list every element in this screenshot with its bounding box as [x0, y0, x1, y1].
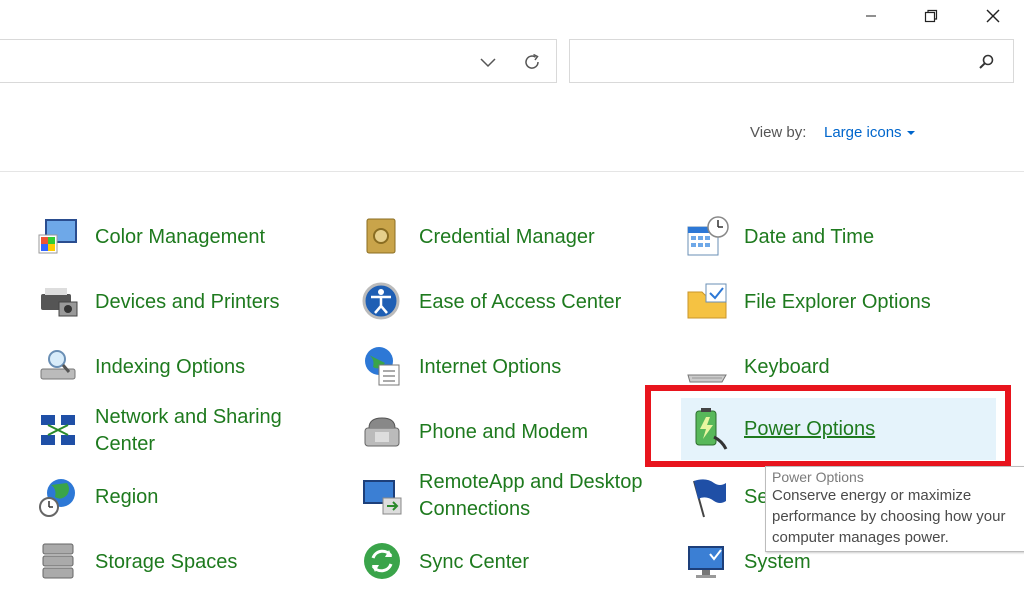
item-date-time[interactable]: Date and Time	[686, 215, 874, 259]
item-label: Sync Center	[419, 550, 530, 573]
storage-spaces-icon	[37, 540, 81, 584]
item-label: File Explorer Options	[744, 290, 931, 313]
item-label: Ease of Access Center	[419, 290, 622, 313]
item-label: Network and Sharing Center	[95, 406, 282, 455]
view-by-value: Large icons	[824, 124, 902, 141]
tooltip-line: performance by choosing how your	[772, 508, 1006, 525]
item-devices-printers[interactable]: Devices and Printers	[37, 280, 280, 324]
restore-icon	[924, 9, 938, 23]
search-icon	[979, 54, 994, 69]
item-file-explorer-options[interactable]: File Explorer Options	[686, 280, 931, 324]
item-color-management[interactable]: Color Management	[37, 215, 265, 259]
internet-options-icon	[361, 345, 405, 389]
item-label: Color Management	[95, 225, 266, 248]
item-sync-center[interactable]: Sync Center	[361, 540, 529, 584]
item-ease-of-access[interactable]: Ease of Access Center	[361, 280, 621, 324]
tooltip-title: Power Options	[772, 469, 864, 485]
system-icon	[686, 540, 730, 584]
item-network-sharing[interactable]: Network and Sharing Center	[37, 404, 282, 458]
highlight-box	[645, 385, 1011, 467]
item-storage-spaces[interactable]: Storage Spaces	[37, 540, 237, 584]
region-icon	[37, 475, 81, 519]
item-label: Keyboard	[744, 355, 830, 378]
item-label: Date and Time	[744, 225, 875, 248]
item-label: Region	[95, 485, 159, 508]
item-label: Credential Manager	[419, 225, 595, 248]
item-label: Phone and Modem	[419, 420, 589, 443]
search-input[interactable]	[578, 50, 962, 74]
network-sharing-icon	[37, 409, 81, 453]
close-icon	[986, 9, 1000, 23]
refresh-icon	[525, 53, 539, 69]
devices-printers-icon	[37, 280, 81, 324]
tooltip-line: Conserve energy or maximize	[772, 487, 972, 504]
address-bar[interactable]	[0, 39, 557, 83]
title-bar	[0, 0, 1024, 32]
minimize-icon	[866, 15, 876, 17]
tooltip-line: computer manages power.	[772, 529, 949, 546]
remoteapp-icon	[361, 474, 405, 518]
item-credential-manager[interactable]: Credential Manager	[361, 215, 595, 259]
caret-down-icon	[906, 131, 915, 135]
item-label: System	[744, 550, 811, 573]
chevron-down-icon	[480, 58, 496, 68]
item-keyboard[interactable]: Keyboard	[686, 345, 830, 389]
color-management-icon	[37, 215, 81, 259]
search-box[interactable]	[569, 39, 1014, 83]
folder-options-icon	[686, 280, 730, 324]
item-label: Indexing Options	[95, 355, 246, 378]
close-button[interactable]	[970, 0, 1016, 32]
address-dropdown-button[interactable]	[478, 52, 498, 72]
security-flag-icon	[686, 475, 730, 519]
view-by-dropdown[interactable]: Large icons	[824, 124, 915, 141]
credential-manager-icon	[361, 215, 405, 259]
search-button[interactable]	[977, 52, 997, 72]
item-label: Devices and Printers	[95, 290, 280, 313]
item-remoteapp[interactable]: RemoteApp and Desktop Connections	[361, 469, 642, 523]
refresh-button[interactable]	[521, 51, 543, 73]
item-internet-options[interactable]: Internet Options	[361, 345, 561, 389]
view-by-label: View by:	[750, 124, 807, 141]
ease-of-access-icon	[361, 280, 405, 324]
keyboard-icon	[686, 345, 730, 389]
tooltip: Power Options Conserve energy or maximiz…	[765, 466, 1024, 552]
indexing-options-icon	[37, 345, 81, 389]
item-security[interactable]: Se	[686, 475, 768, 519]
item-phone-modem[interactable]: Phone and Modem	[361, 410, 588, 454]
item-region[interactable]: Region	[37, 475, 158, 519]
date-time-icon	[686, 215, 730, 259]
minimize-button[interactable]	[848, 0, 894, 32]
restore-button[interactable]	[908, 0, 954, 32]
sync-center-icon	[361, 540, 405, 584]
item-label: RemoteApp and Desktop Connections	[419, 471, 643, 520]
divider	[0, 171, 1024, 172]
item-label: Internet Options	[419, 355, 562, 378]
item-indexing-options[interactable]: Indexing Options	[37, 345, 245, 389]
phone-modem-icon	[361, 410, 405, 454]
item-label: Storage Spaces	[95, 550, 238, 573]
